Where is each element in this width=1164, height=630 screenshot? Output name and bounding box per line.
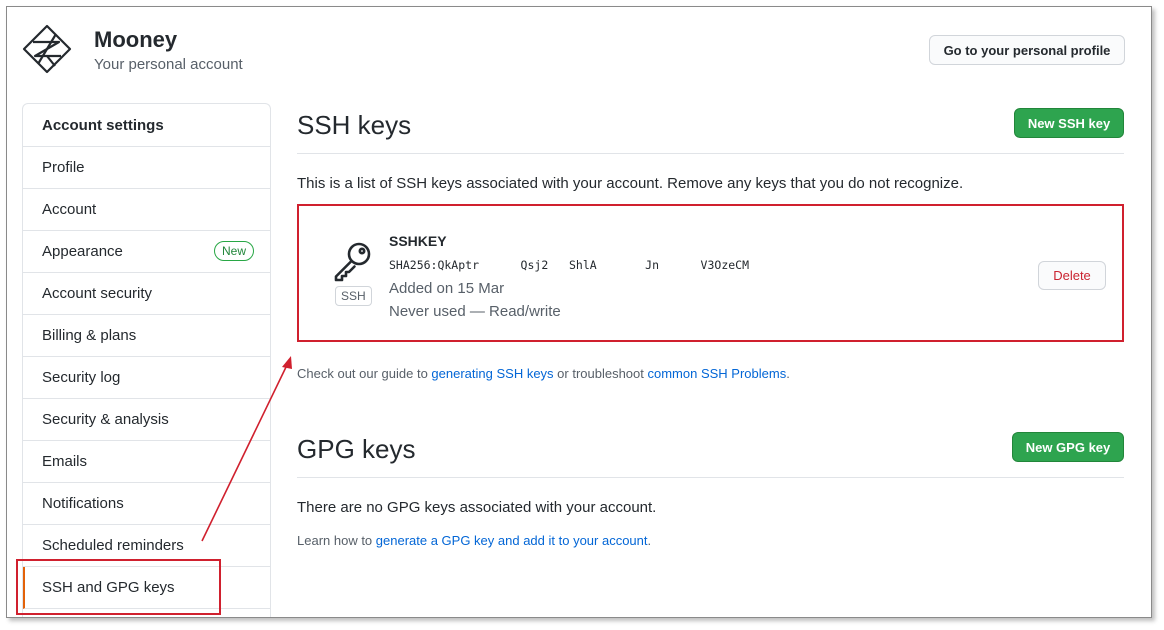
gpg-empty-text: There are no GPG keys associated with yo… [297, 499, 657, 516]
sidebar-item-emails[interactable]: Emails [23, 441, 270, 483]
ssh-key-usage: Never used — Read/write [389, 303, 561, 320]
ssh-key-fingerprint: SHA256:QkAptr Qsj2 ShlA Jn V3OzeCM [389, 258, 750, 272]
key-icon [334, 242, 371, 282]
common-ssh-problems-link[interactable]: common SSH Problems [648, 366, 787, 381]
settings-window: Mooney Your personal account Go to your … [6, 6, 1152, 618]
ssh-guide-text: Check out our guide to generating SSH ke… [297, 366, 790, 381]
generate-gpg-key-link[interactable]: generate a GPG key and add it to your ac… [376, 533, 648, 548]
new-ssh-key-button[interactable]: New SSH key [1014, 108, 1124, 138]
personal-profile-button[interactable]: Go to your personal profile [929, 35, 1125, 65]
section-divider [297, 153, 1124, 154]
delete-key-button[interactable]: Delete [1038, 261, 1106, 290]
sidebar-item-appearance[interactable]: Appearance New [23, 231, 270, 273]
sidebar-item-label: Emails [42, 453, 88, 470]
sidebar-item-label: Notifications [42, 495, 124, 512]
sidebar-item-label: Billing & plans [42, 327, 137, 344]
gpg-learn-text: Learn how to generate a GPG key and add … [297, 533, 651, 548]
sidebar-item-billing[interactable]: Billing & plans [23, 315, 270, 357]
sidebar-item-label: Account security [42, 285, 153, 302]
sidebar-item-profile[interactable]: Profile [23, 147, 270, 189]
ssh-key-added-date: Added on 15 Mar [389, 280, 505, 297]
sidebar-heading: Account settings [23, 104, 270, 147]
sidebar-item-label: Scheduled reminders [42, 537, 184, 554]
sidebar-item-label: Account [42, 201, 97, 218]
new-gpg-key-button[interactable]: New GPG key [1012, 432, 1124, 462]
learn-prefix: Learn how to [297, 533, 376, 548]
gpg-keys-title: GPG keys [297, 434, 416, 464]
sidebar-item-account-security[interactable]: Account security [23, 273, 270, 315]
sidebar-item-security-log[interactable]: Security log [23, 357, 270, 399]
guide-prefix: Check out our guide to [297, 366, 432, 381]
ssh-key-name: SSHKEY [389, 233, 447, 249]
ssh-description: This is a list of SSH keys associated wi… [297, 175, 964, 192]
guide-middle: or troubleshoot [553, 366, 648, 381]
sidebar-item-account[interactable]: Account [23, 189, 270, 231]
ssh-keys-title: SSH keys [297, 110, 412, 140]
learn-suffix: . [647, 533, 652, 548]
sidebar-item-label: Profile [42, 159, 85, 176]
sidebar-item-label: Security log [42, 369, 121, 386]
sidebar-item-security-analysis[interactable]: Security & analysis [23, 399, 270, 441]
ssh-key-entry: SSH SSHKEY SHA256:QkAptr Qsj2 ShlA Jn V3… [297, 204, 1124, 342]
annotation-highlight-box [16, 559, 221, 615]
guide-suffix: . [786, 366, 790, 381]
new-badge: New [213, 241, 254, 261]
user-name: Mooney [94, 27, 178, 52]
user-subtitle: Your personal account [94, 56, 243, 73]
sidebar-item-label: Security & analysis [42, 411, 169, 428]
settings-sidebar: Account settings Profile Account Appeara… [22, 103, 271, 617]
ssh-type-label: SSH [335, 286, 372, 306]
generating-ssh-keys-link[interactable]: generating SSH keys [431, 366, 553, 381]
user-avatar[interactable] [21, 23, 73, 75]
section-divider [297, 477, 1124, 478]
sidebar-item-label: Appearance [42, 243, 123, 260]
sidebar-item-notifications[interactable]: Notifications [23, 483, 270, 525]
